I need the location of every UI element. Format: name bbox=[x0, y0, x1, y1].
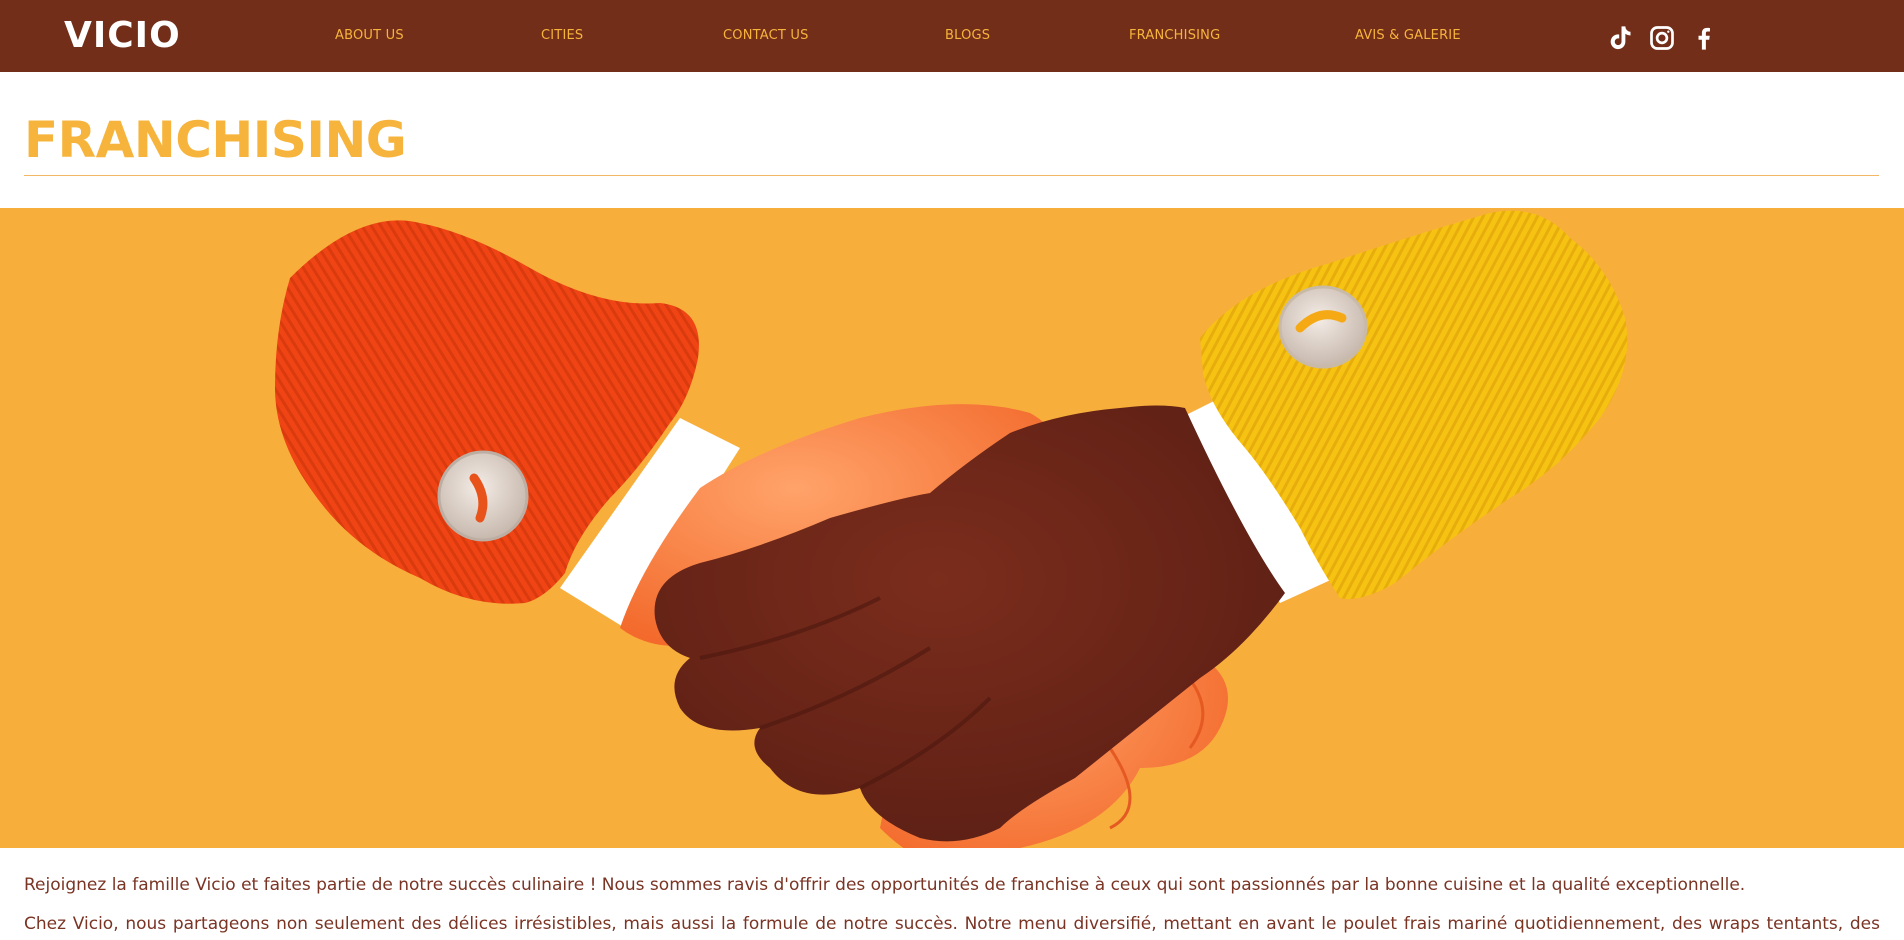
tiktok-icon[interactable] bbox=[1606, 24, 1634, 52]
facebook-icon[interactable] bbox=[1690, 24, 1718, 52]
hero-banner bbox=[0, 208, 1904, 848]
page-title: FRANCHISING bbox=[24, 111, 407, 169]
nav-contact-us[interactable]: CONTACT US bbox=[723, 26, 809, 46]
nav-blogs[interactable]: BLOGS bbox=[945, 26, 990, 46]
description-paragraph: Chez Vicio, nous partageons non seulemen… bbox=[24, 914, 1880, 934]
nav-franchising[interactable]: FRANCHISING bbox=[1129, 26, 1220, 46]
instagram-icon[interactable] bbox=[1648, 24, 1676, 52]
logo[interactable]: VICIO bbox=[64, 14, 181, 58]
nav-about-us[interactable]: ABOUT US bbox=[335, 26, 404, 46]
nav-cities[interactable]: CITIES bbox=[541, 26, 583, 46]
title-divider bbox=[24, 175, 1879, 176]
site-header: VICIO ABOUT US CITIES CONTACT US BLOGS F… bbox=[0, 0, 1904, 72]
handshake-illustration bbox=[275, 210, 1628, 848]
nav-avis-galerie[interactable]: AVIS & GALERIE bbox=[1355, 26, 1461, 46]
intro-paragraph: Rejoignez la famille Vicio et faites par… bbox=[24, 875, 1746, 895]
